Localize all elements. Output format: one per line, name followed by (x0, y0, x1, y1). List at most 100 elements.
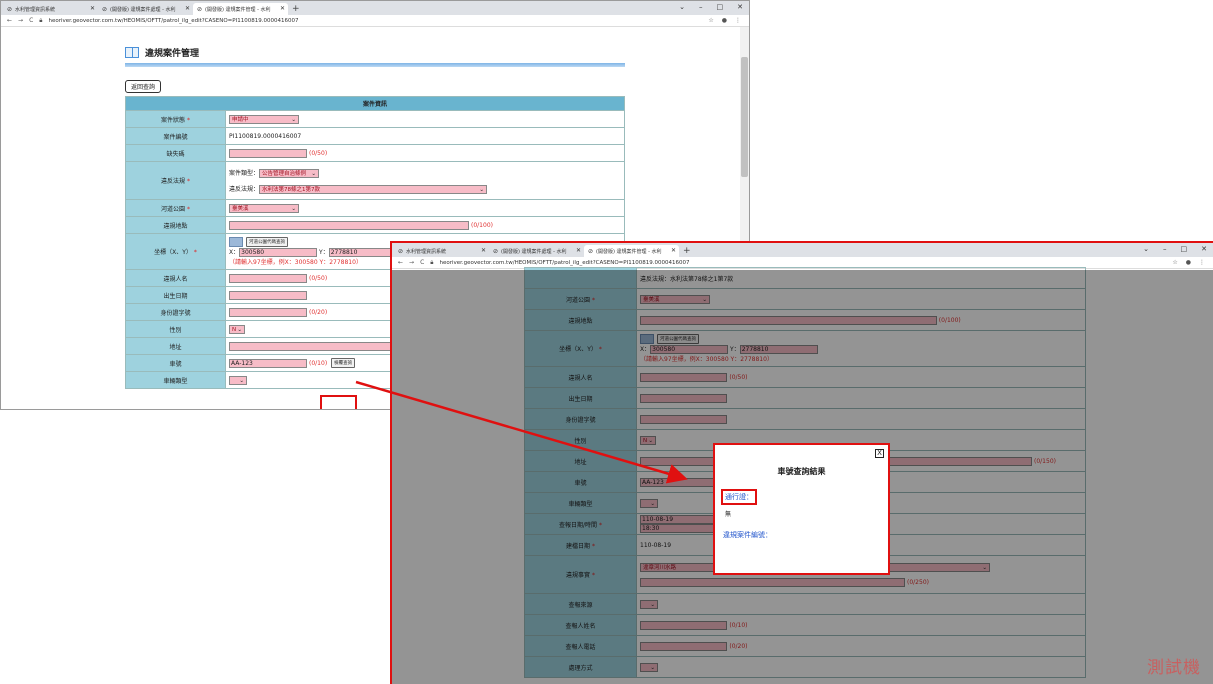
field-label-text: 案件編號 (163, 133, 188, 141)
tab-label: (開發版) 違規案件處理 - 水利 (501, 248, 567, 255)
close-tab-icon[interactable]: ✕ (671, 247, 676, 254)
select-10[interactable]: N ⌄ (229, 324, 245, 334)
close-window-icon[interactable]: ✕ (1201, 245, 1207, 253)
law-line: 案件類型： 公告管理自治條例 ⌄ (229, 168, 621, 178)
address-bar: ← → C 🔒︎ heoriver.geovector.com.tw/HEOMI… (1, 15, 749, 27)
select-0[interactable]: 申請中 ⌄ (229, 114, 299, 124)
browser-tab[interactable]: ⊘ (開發版) 違規案件處理 - 水利 ✕ (489, 245, 584, 257)
input-field[interactable] (229, 148, 307, 158)
form-row: 河道公園 * 臺美溪 ⌄ (125, 199, 625, 217)
forward-arrow-icon[interactable]: → (18, 17, 23, 24)
field-label-text: 違規地點 (163, 222, 188, 230)
x-value: 300580 (241, 249, 265, 256)
tab-label: 水利管理資訊系統 (15, 6, 56, 13)
input-field[interactable] (229, 341, 409, 351)
input-field[interactable] (229, 220, 469, 230)
plate-query-button[interactable]: 檢覆查詢 (331, 358, 356, 368)
input-field[interactable] (229, 307, 307, 317)
profile-icon[interactable]: ● (1186, 259, 1191, 266)
field-label: 違規人名 (125, 269, 226, 287)
star-icon[interactable]: ☆ (708, 17, 713, 24)
field-label: 違規地點 (125, 216, 226, 234)
park-code-query-button[interactable]: 河道公園代碼查詢 (246, 237, 288, 247)
char-counter: (0/20) (309, 308, 328, 316)
close-dialog-button[interactable]: X (875, 449, 884, 458)
field-label: 身份證字號 (125, 303, 226, 321)
minimize-icon[interactable]: – (1163, 245, 1167, 253)
required-marker: * (191, 249, 197, 256)
permit-value: 無 (725, 511, 732, 518)
tab-search-icon[interactable]: ⌄ (679, 3, 685, 11)
map-icon[interactable] (229, 237, 243, 247)
input-field[interactable] (229, 290, 307, 300)
plate-query-dialog: X 車號查詢結果 通行證： 無 違規案件編號： (713, 443, 890, 575)
url-field[interactable]: heoriver.geovector.com.tw/HEOMIS/OFTT/pa… (48, 18, 298, 24)
close-tab-icon[interactable]: ✕ (90, 5, 95, 12)
tab-search-icon[interactable]: ⌄ (1143, 245, 1149, 253)
plate-input[interactable]: AA-123 (229, 358, 307, 368)
new-tab-icon[interactable]: + (292, 3, 300, 15)
required-marker: * (185, 178, 190, 185)
field-value-cell: (0/50) (225, 144, 625, 162)
browser-tab-active[interactable]: ⊘ (開發版) 違規案件管理 - 水利 ✕ (193, 3, 288, 15)
select-13[interactable]: ⌄ (229, 375, 247, 385)
page-header: 違規案件管理 (125, 46, 199, 59)
field-value-cell: 臺美溪 ⌄ (225, 199, 625, 217)
browser-tab[interactable]: ⊘ 水利管理資訊系統 ✕ (394, 245, 489, 257)
modal-backdrop[interactable]: X 車號查詢結果 通行證： 無 違規案件編號： 測試機 (392, 270, 1213, 684)
minimize-icon[interactable]: – (699, 3, 703, 11)
back-arrow-icon[interactable]: ← (398, 259, 403, 266)
close-tab-icon[interactable]: ✕ (576, 247, 581, 254)
chevron-down-icon: ⌄ (479, 186, 485, 193)
globe-icon: ⊘ (493, 247, 499, 255)
tab-label: (開發版) 違規案件處理 - 水利 (110, 6, 176, 13)
field-label-text: 違規人名 (163, 275, 188, 283)
back-to-search-button[interactable]: 返回查詢 (125, 80, 162, 93)
permit-label: 通行證： (721, 489, 757, 505)
field-label: 河道公園 * (125, 199, 226, 217)
watermark: 測試機 (1147, 658, 1201, 678)
menu-icon[interactable]: ⋮ (1199, 259, 1205, 266)
select-value: 公告管理自治條例 (262, 170, 307, 177)
globe-icon: ⊘ (102, 5, 108, 13)
close-window-icon[interactable]: ✕ (737, 3, 743, 11)
window-controls: ⌄ – □ ✕ (679, 3, 743, 11)
input-field[interactable] (229, 273, 307, 283)
profile-icon[interactable]: ● (722, 17, 727, 24)
browser-tab[interactable]: ⊘ 水利管理資訊系統 ✕ (3, 3, 98, 15)
maximize-icon[interactable]: □ (717, 3, 724, 11)
lock-icon[interactable]: 🔒︎ (430, 259, 433, 267)
url-field[interactable]: heoriver.geovector.com.tw/HEOMIS/OFTT/pa… (439, 260, 689, 266)
scrollbar-thumb[interactable] (741, 57, 748, 177)
maximize-icon[interactable]: □ (1181, 245, 1188, 253)
field-label: 案件狀態 * (125, 110, 226, 128)
select-4[interactable]: 臺美溪 ⌄ (229, 203, 299, 213)
menu-icon[interactable]: ⋮ (735, 17, 741, 24)
select-value: 水利法第78條之1第7款 (262, 186, 321, 193)
field-label-text: 性別 (169, 326, 182, 334)
case-type-select[interactable]: 公告管理自治條例 ⌄ (259, 168, 320, 178)
x-input[interactable]: 300580 (239, 248, 318, 257)
close-tab-icon[interactable]: ✕ (185, 5, 190, 12)
close-tab-icon[interactable]: ✕ (280, 5, 285, 12)
law-select[interactable]: 水利法第78條之1第7款 ⌄ (259, 184, 488, 194)
star-icon[interactable]: ☆ (1172, 259, 1177, 266)
back-arrow-icon[interactable]: ← (7, 17, 12, 24)
field-label-text: 案件狀態 (161, 116, 186, 124)
lock-icon[interactable]: 🔒︎ (39, 17, 42, 25)
query-button-highlight (320, 395, 357, 409)
reload-icon[interactable]: C (29, 17, 33, 24)
field-label: 出生日期 (125, 286, 226, 304)
field-label: 案件編號 (125, 127, 226, 145)
page-title: 違規案件管理 (145, 49, 200, 59)
close-tab-icon[interactable]: ✕ (481, 247, 486, 254)
field-label-text: 出生日期 (163, 292, 188, 300)
browser-tab[interactable]: ⊘ (開發版) 違規案件處理 - 水利 ✕ (98, 3, 193, 15)
form-row: 缺失碼 (0/50) (125, 144, 625, 162)
chevron-down-icon: ⌄ (239, 377, 244, 384)
forward-arrow-icon[interactable]: → (409, 259, 414, 266)
new-tab-icon[interactable]: + (683, 245, 691, 257)
select-value: 申請中 (232, 116, 249, 123)
reload-icon[interactable]: C (420, 259, 424, 266)
browser-tab-active[interactable]: ⊘ (開發版) 違規案件管理 - 水利 ✕ (584, 245, 679, 257)
